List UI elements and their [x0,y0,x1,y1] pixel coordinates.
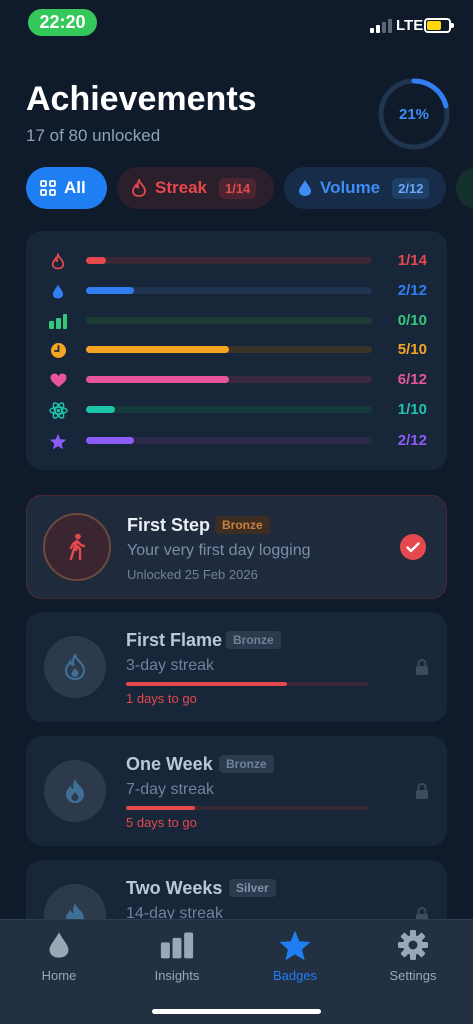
badge-name: One Week [126,754,213,774]
category-track [86,317,372,324]
filter-all-label: All [64,178,86,197]
days-to-go: 1 days to go [126,691,197,706]
signal-icon [370,19,392,33]
category-row: 1/10 [26,398,447,422]
flame-icon [64,654,86,680]
category-track [86,406,372,413]
filter-volume-count: 2/12 [392,177,430,199]
bar-chart-icon [160,928,194,962]
drop-icon [48,281,68,301]
category-row: 1/14 [26,249,447,273]
badge-progress-bar [126,806,196,810]
badge-description: Your very first day logging [127,542,311,559]
filter-volume-chip[interactable]: Volume 2/12 [284,167,446,209]
badge-name: Two Weeks [126,878,223,898]
tab-label: Settings [389,968,437,983]
category-track [86,257,372,264]
filter-chips: All Streak 1/14 Volume 2/12 [26,167,473,211]
category-row: 2/12 [26,429,447,453]
clock-icon [48,340,68,360]
checkmark-icon [400,534,426,560]
tab-settings[interactable]: Settings [368,928,458,988]
category-bar [86,346,229,353]
tier-badge: Bronze [219,755,274,773]
badge-emblem [44,636,106,698]
lock-icon [416,782,428,799]
category-bar [86,406,115,413]
category-value: 6/12 [397,371,427,388]
lock-icon [416,658,428,675]
gear-icon [396,928,430,962]
star-icon [278,928,312,962]
page-title: Achievements [26,80,257,118]
home-indicator [152,1009,321,1014]
filter-all-chip[interactable]: All [26,167,107,209]
badge-card-first-flame[interactable]: First Flame Bronze 3-day streak 1 days t… [26,612,447,722]
grid-icon [40,180,56,196]
badge-description: 7-day streak [126,781,215,798]
days-to-go: 5 days to go [126,815,197,830]
badge-progress-track [126,682,368,686]
tier-badge: Bronze [226,631,281,649]
category-bar [86,257,107,264]
unlock-date: Unlocked 25 Feb 2026 [127,567,258,582]
filter-volume-label: Volume [320,178,381,197]
category-value: 2/12 [397,432,427,449]
network-label: LTE [396,17,424,34]
category-progress-card: 1/14 2/12 0/10 5/10 6/12 1/10 2/12 [26,231,447,470]
drop-icon [298,179,312,197]
tab-home[interactable]: Home [14,928,104,988]
category-value: 1/10 [397,401,427,418]
category-value: 5/10 [397,341,427,358]
category-track [86,376,372,383]
category-bar [86,287,134,294]
overall-progress-label: 21% [398,105,430,123]
category-row: 0/10 [26,309,447,333]
category-bar [86,376,229,383]
badge-progress-track [126,806,368,810]
flame-icon [66,779,84,803]
filter-streak-chip[interactable]: Streak 1/14 [117,167,274,209]
category-track [86,287,372,294]
badge-card-first-step[interactable]: First Step Bronze Your very first day lo… [26,495,447,599]
category-value: 1/14 [397,252,427,269]
category-row: 2/12 [26,279,447,303]
badge-emblem [43,513,111,581]
badge-name: First Step [127,515,211,535]
tab-badges[interactable]: Badges [250,928,340,988]
category-value: 2/12 [397,282,427,299]
flame-icon [131,179,147,197]
category-track [86,437,372,444]
badge-name: First Flame [126,630,223,650]
category-value: 0/10 [397,312,427,329]
tab-label: Badges [272,968,318,983]
walking-person-icon [69,533,86,561]
badge-emblem [44,760,106,822]
status-time: 22:20 [28,9,97,36]
atom-icon [48,400,68,420]
bar-chart-icon [48,311,68,331]
filter-streak-count: 1/14 [218,177,257,199]
star-icon [48,431,68,451]
badge-description: 3-day streak [126,657,215,674]
category-bar [86,437,134,444]
tier-badge: Bronze [215,516,270,534]
flame-icon [48,251,68,271]
filter-streak-label: Streak [155,178,207,197]
drop-icon [42,928,76,962]
battery-icon [424,18,454,33]
badge-card-one-week[interactable]: One Week Bronze 7-day streak 5 days to g… [26,736,447,846]
badge-progress-bar [126,682,288,686]
tab-label: Home [41,968,77,983]
category-row: 5/10 [26,338,447,362]
tab-label: Insights [154,968,200,983]
filter-more-chip[interactable] [456,167,473,209]
status-bar: 22:20 LTE [0,0,473,48]
tier-badge: Silver [229,879,276,897]
heart-icon [48,370,68,390]
category-track [86,346,372,353]
unlocked-count: 17 of 80 unlocked [26,126,161,145]
category-row: 6/12 [26,368,447,392]
tab-insights[interactable]: Insights [132,928,222,988]
